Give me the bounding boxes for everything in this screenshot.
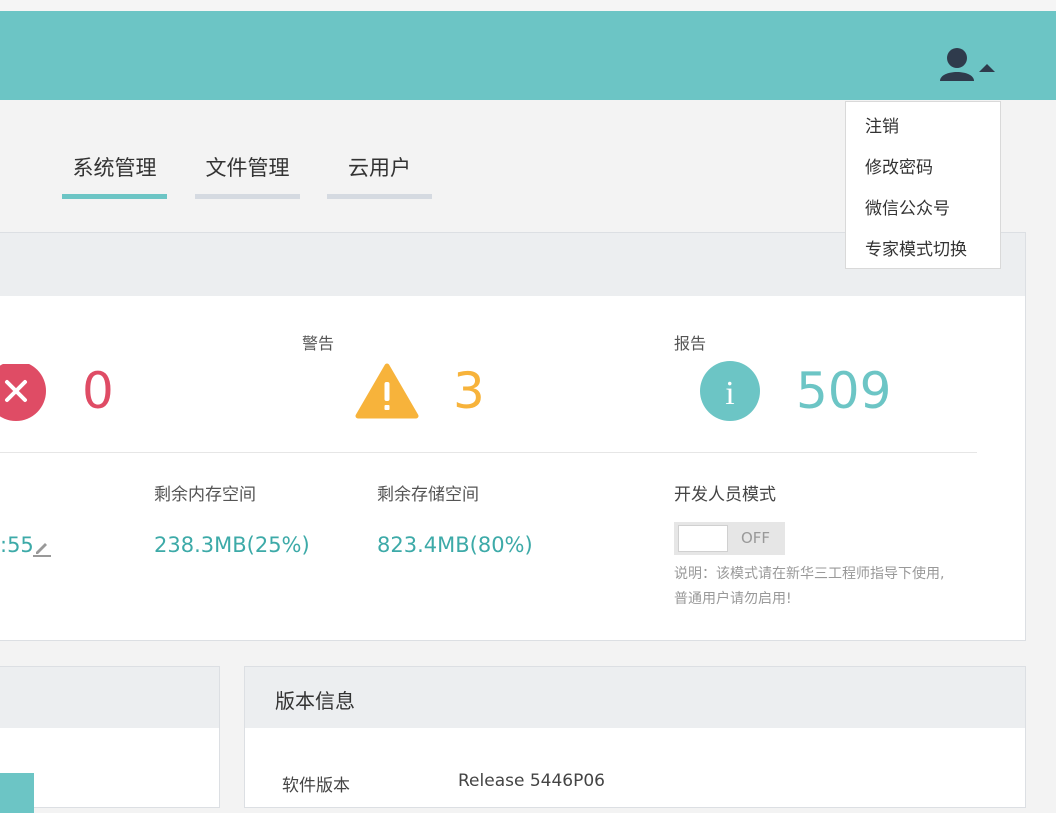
toggle-state-label: OFF [741,529,771,547]
error-x-icon [0,364,46,421]
menu-item-expert-mode[interactable]: 专家模式切换 [865,235,967,260]
menu-item-change-password[interactable]: 修改密码 [865,153,933,178]
report-label: 报告 [674,334,707,353]
dev-mode-note-line1: 说明：该模式请在新华三工程师指导下使用, [674,566,945,582]
tab-indicator [327,194,432,199]
pencil-icon[interactable] [33,539,51,557]
dev-mode-note-line2: 普通用户请勿启用! [674,591,792,607]
menu-item-logout[interactable]: 注销 [865,112,899,137]
version-panel [244,666,1026,808]
caret-up-icon [979,64,995,72]
dev-mode-label: 开发人员模式 [674,485,776,505]
tab-system-management[interactable]: 系统管理 [62,152,167,182]
top-strip [0,0,1056,11]
left-bottom-panel [0,666,220,813]
software-version-label: 软件版本 [282,776,350,796]
section-divider [0,452,977,453]
svg-text:i: i [725,375,734,412]
partial-info-value: :55 [0,533,34,557]
menu-item-wechat-account[interactable]: 微信公众号 [865,194,950,219]
left-bottom-panel-header [0,667,219,728]
version-panel-title: 版本信息 [275,689,355,713]
tab-file-management[interactable]: 文件管理 [195,152,300,182]
free-memory-label: 剩余内存空间 [154,485,256,505]
report-count: 509 [796,362,892,420]
user-menu-button[interactable] [938,46,1000,84]
tab-indicator [195,194,300,199]
error-count: 0 [82,362,114,420]
free-storage-label: 剩余存储空间 [377,485,479,505]
free-storage-value: 823.4MB(80%) [377,533,533,557]
warning-count: 3 [453,362,485,420]
user-dropdown-menu: 注销 修改密码 微信公众号 专家模式切换 [845,101,1001,269]
dev-mode-toggle[interactable]: OFF [674,522,785,555]
version-panel-header [245,667,1025,728]
partial-button[interactable] [0,773,34,813]
user-icon [940,48,974,81]
info-icon: i [700,361,760,421]
warning-label: 警告 [302,334,335,353]
toggle-knob [678,525,728,552]
software-version-value: Release 5446P06 [458,771,605,791]
tab-cloud-users[interactable]: 云用户 [327,152,432,182]
tab-indicator-active [62,194,167,199]
free-memory-value: 238.3MB(25%) [154,533,310,557]
warning-triangle-icon [355,363,419,419]
app-header [0,11,1056,100]
